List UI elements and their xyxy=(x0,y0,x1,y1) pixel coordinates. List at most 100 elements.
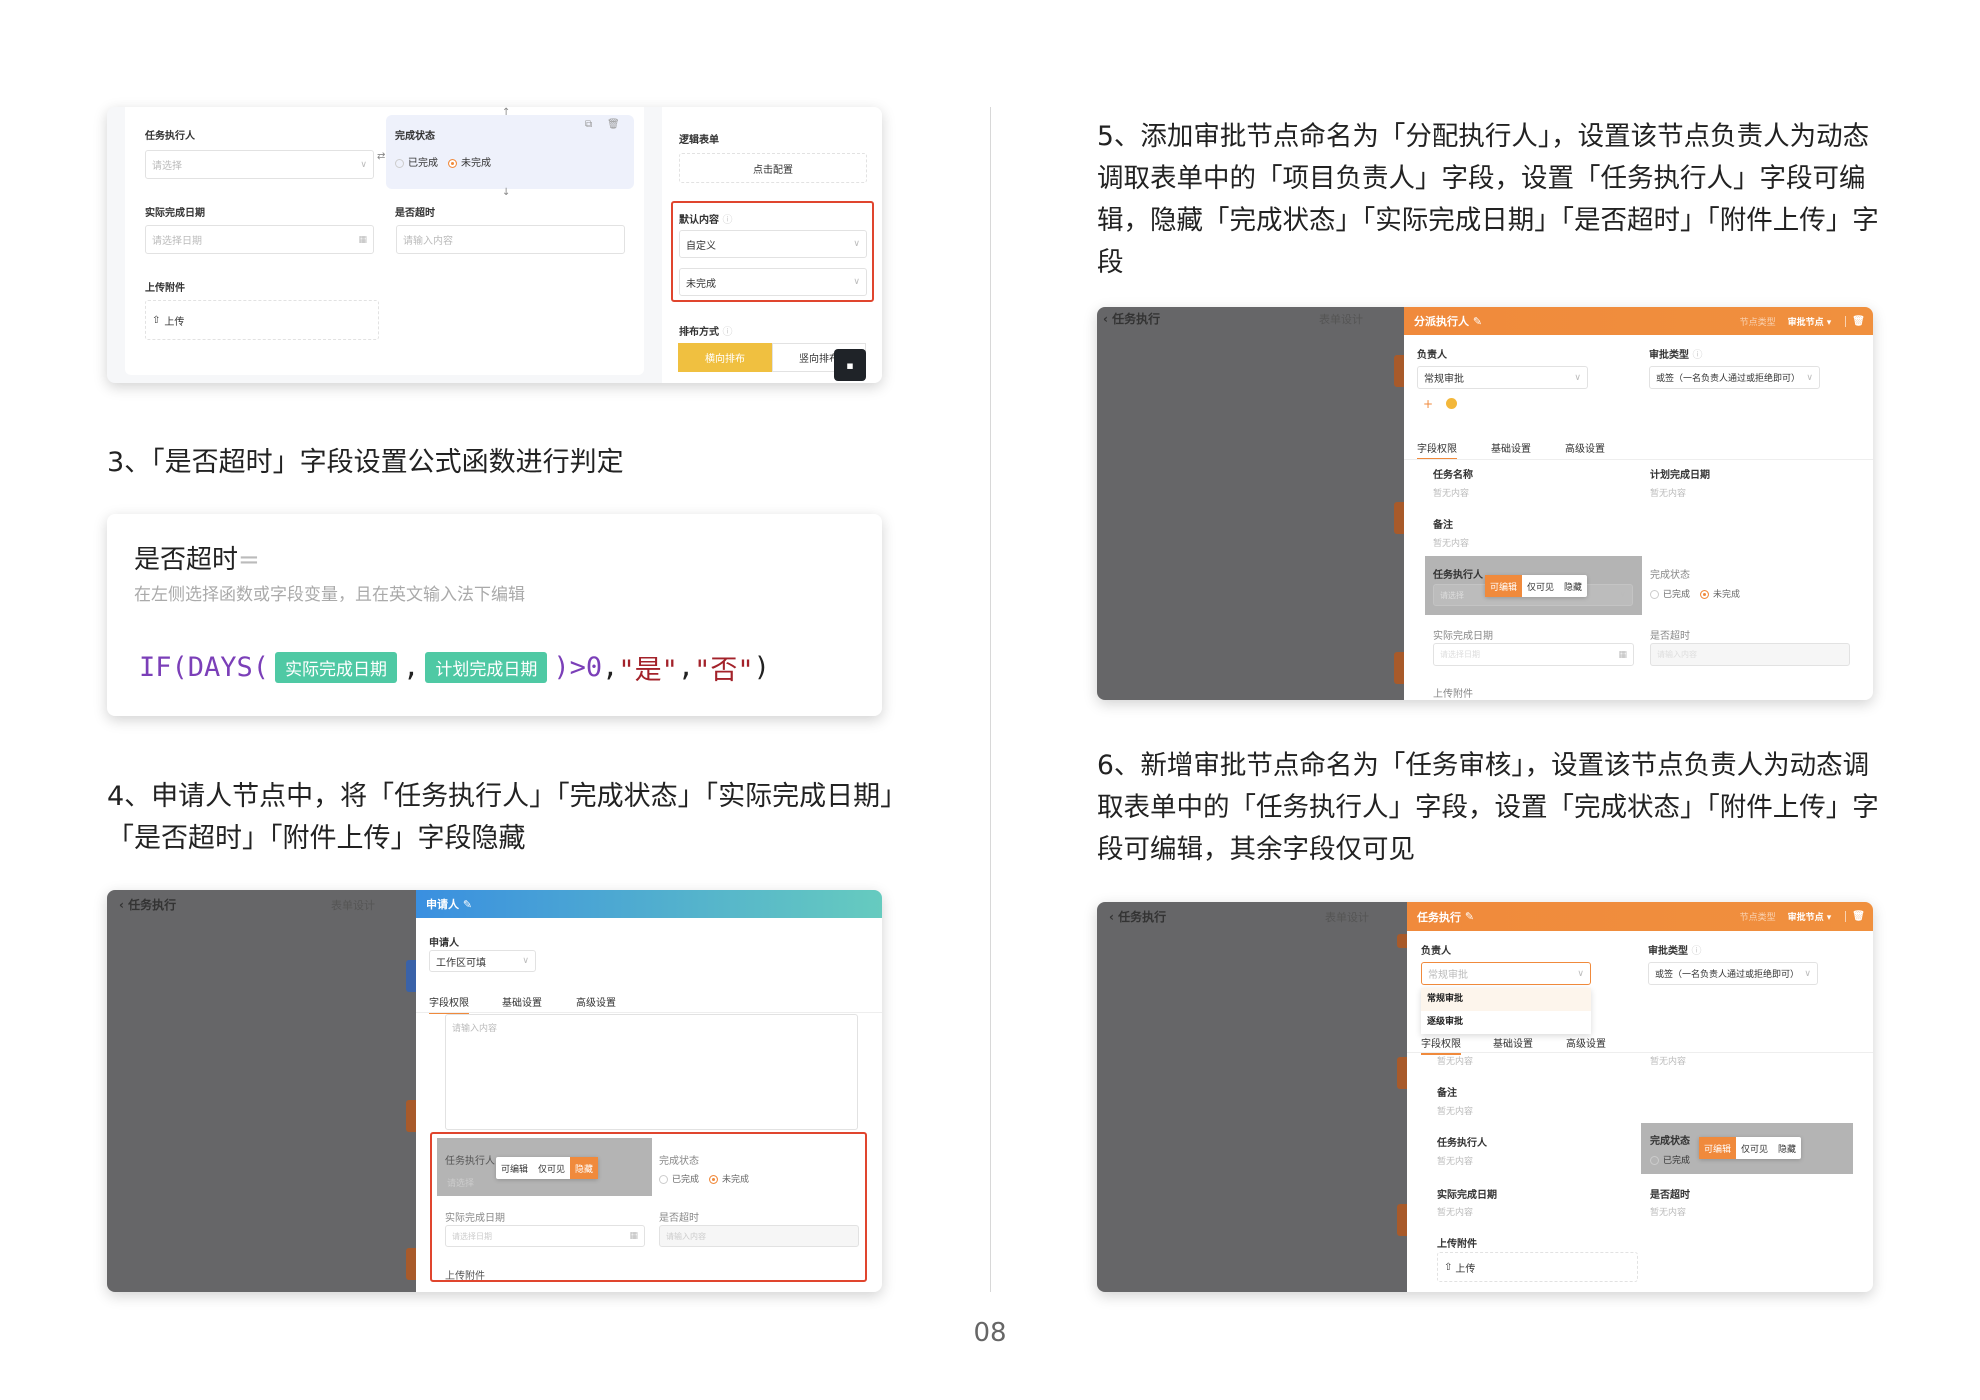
perm-readonly[interactable]: 仅可见 xyxy=(533,1157,570,1179)
tab-form-design[interactable]: 表单设计 xyxy=(1319,311,1363,327)
move-up-icon[interactable]: ↑ xyxy=(502,107,510,118)
status-radio-group[interactable]: 已完成 未完成 xyxy=(1650,587,1750,600)
upload-label: 上传附件 xyxy=(1437,1239,1477,1250)
workflow-node xyxy=(1397,1204,1407,1236)
owner-select[interactable]: 常规审批 ∨ xyxy=(1417,366,1588,389)
perm-editable[interactable]: 可编辑 xyxy=(1699,1137,1737,1159)
executor-label: 任务执行人 xyxy=(445,1156,495,1167)
actual-date-placeholder: 请选择日期 xyxy=(152,236,202,247)
status-option-done[interactable]: 已完成 xyxy=(1663,590,1690,600)
permission-toggle[interactable]: 可编辑 仅可见 隐藏 xyxy=(496,1157,599,1179)
back-title[interactable]: ‹ 任务执行 xyxy=(119,896,176,913)
upload-icon: ⇧ xyxy=(152,314,161,326)
executor-select[interactable]: 请选择 ∨ xyxy=(145,150,374,179)
overdue-input[interactable]: 请输入内容 xyxy=(1650,643,1850,666)
status-radio-group[interactable]: 已完成 未完成 xyxy=(395,154,501,169)
add-icon[interactable]: + xyxy=(1423,397,1433,411)
field-chip-actual-date[interactable]: 实际完成日期 xyxy=(275,652,398,683)
value-yes: "是" xyxy=(618,655,678,686)
node-type-select[interactable]: 审批节点 ▾ xyxy=(1788,910,1832,923)
status-radio-group[interactable]: 已完成 xyxy=(1650,1153,1700,1166)
overdue-placeholder: 请输入内容 xyxy=(403,236,453,247)
back-title[interactable]: ‹ 任务执行 xyxy=(1103,310,1160,327)
default-type-select[interactable]: 自定义 ∨ xyxy=(679,230,867,258)
swap-icon[interactable]: ⇄ xyxy=(377,151,385,162)
formula-input[interactable]: IF(DAYS( 实际完成日期 , 计划完成日期 )>0, "是", "否") xyxy=(139,648,770,687)
tab-advanced-settings[interactable]: 高级设置 xyxy=(576,994,616,1009)
configure-button[interactable]: 点击配置 xyxy=(679,153,867,183)
back-title[interactable]: ‹ 任务执行 xyxy=(1109,908,1166,925)
help-icon: ⓘ xyxy=(722,327,733,338)
node-type-select[interactable]: 审批节点 ▾ xyxy=(1788,315,1832,328)
actual-date-label: 实际完成日期 xyxy=(445,1213,505,1224)
perm-hidden[interactable]: 隐藏 xyxy=(1773,1137,1801,1159)
copy-icon[interactable]: ⧉ xyxy=(585,119,592,130)
delete-icon[interactable]: 🗑 xyxy=(607,119,620,130)
approval-type-select[interactable]: 或签（一名负责人通过或拒绝即可） ∨ xyxy=(1648,962,1818,985)
chevron-down-icon: ∨ xyxy=(853,239,860,249)
status-option-undone[interactable]: 未完成 xyxy=(461,158,491,169)
perm-readonly[interactable]: 仅可见 xyxy=(1522,575,1559,597)
tab-basic-settings[interactable]: 基础设置 xyxy=(1493,1035,1533,1050)
perm-editable[interactable]: 可编辑 xyxy=(1485,575,1523,597)
overdue-label: 是否超时 xyxy=(1650,1190,1690,1201)
workflow-canvas-overlay xyxy=(107,890,416,1292)
owner-option[interactable]: 逐级审批 xyxy=(1421,1011,1591,1034)
remark-textarea[interactable]: 请输入内容 xyxy=(445,1014,858,1130)
applicant-select[interactable]: 工作区可填 ∨ xyxy=(429,950,536,972)
status-option-done[interactable]: 已完成 xyxy=(408,158,438,169)
tab-form-design[interactable]: 表单设计 xyxy=(331,897,375,913)
owner-select[interactable]: 常规审批 ∨ xyxy=(1421,962,1591,985)
perm-hidden[interactable]: 隐藏 xyxy=(1559,575,1587,597)
edit-icon[interactable]: ✎ xyxy=(463,898,472,911)
screenshot-assign-node: ‹ 任务执行 表单设计 分派执行人 ✎ 节点类型 审批节点 ▾ 🗑 负责人 常规… xyxy=(1097,307,1873,700)
edit-icon[interactable]: ✎ xyxy=(1465,910,1474,923)
status-option-done[interactable]: 已完成 xyxy=(672,1175,699,1185)
status-radio-group[interactable]: 已完成 未完成 xyxy=(659,1172,759,1185)
owner-placeholder: 常规审批 xyxy=(1428,970,1468,981)
perm-readonly[interactable]: 仅可见 xyxy=(1736,1137,1773,1159)
workflow-node xyxy=(1397,934,1407,948)
close-paren: ) xyxy=(753,652,770,683)
workflow-node xyxy=(406,1100,416,1132)
move-down-icon[interactable]: ↓ xyxy=(502,187,510,198)
workflow-node xyxy=(406,960,416,992)
plan-date-empty: 暂无内容 xyxy=(1650,1057,1687,1067)
delete-icon[interactable]: 🗑 xyxy=(1845,315,1865,327)
configure-button-label: 点击配置 xyxy=(753,164,793,176)
edit-icon[interactable]: ✎ xyxy=(1473,315,1482,328)
permission-toggle[interactable]: 可编辑 仅可见 隐藏 xyxy=(1699,1137,1802,1159)
tab-advanced-settings[interactable]: 高级设置 xyxy=(1566,1035,1606,1050)
status-option-undone[interactable]: 未完成 xyxy=(1713,590,1740,600)
overdue-input[interactable]: 请输入内容 xyxy=(659,1225,859,1247)
approval-type-select[interactable]: 或签（一名负责人通过或拒绝即可） ∨ xyxy=(1649,366,1820,389)
calendar-icon: ▦ xyxy=(358,234,367,245)
tab-field-permissions[interactable]: 字段权限 xyxy=(1417,440,1457,460)
delete-icon[interactable]: 🗑 xyxy=(1845,911,1865,922)
field-chip-plan-date[interactable]: 计划完成日期 xyxy=(425,652,548,683)
tab-form-design[interactable]: 表单设计 xyxy=(1325,909,1369,925)
actual-date-input[interactable]: 请选择日期 ▦ xyxy=(145,225,374,254)
page-number: 08 xyxy=(973,1318,1007,1348)
actual-date-input[interactable]: 请选择日期 ▦ xyxy=(445,1225,645,1247)
chat-icon[interactable]: ▪ xyxy=(834,349,866,381)
layout-horizontal-button[interactable]: 横向排布 xyxy=(678,343,772,372)
tab-field-permissions[interactable]: 字段权限 xyxy=(429,994,469,1014)
status-option-undone[interactable]: 未完成 xyxy=(722,1175,749,1185)
tab-basic-settings[interactable]: 基础设置 xyxy=(1491,440,1531,455)
help-icon: ⓘ xyxy=(1692,350,1703,361)
tab-basic-settings[interactable]: 基础设置 xyxy=(502,994,542,1009)
status-option-done[interactable]: 已完成 xyxy=(1663,1156,1690,1166)
upload-button[interactable]: ⇧ 上传 xyxy=(145,300,379,340)
upload-button[interactable]: ⇧ 上传 xyxy=(1437,1252,1638,1282)
actual-date-input[interactable]: 请选择日期 ▦ xyxy=(1433,643,1634,666)
perm-editable[interactable]: 可编辑 xyxy=(496,1157,533,1179)
overdue-input[interactable]: 请输入内容 xyxy=(396,225,625,254)
formula-title: 是否超时= xyxy=(134,545,260,575)
owner-option[interactable]: 常规审批 xyxy=(1421,988,1591,1011)
permission-toggle[interactable]: 可编辑 仅可见 隐藏 xyxy=(1485,575,1588,597)
default-value-select[interactable]: 未完成 ∨ xyxy=(679,268,867,296)
perm-hidden[interactable]: 隐藏 xyxy=(570,1157,599,1179)
tab-advanced-settings[interactable]: 高级设置 xyxy=(1565,440,1605,455)
formula-hint: 在左侧选择函数或字段变量，且在英文输入法下编辑 xyxy=(134,585,525,605)
